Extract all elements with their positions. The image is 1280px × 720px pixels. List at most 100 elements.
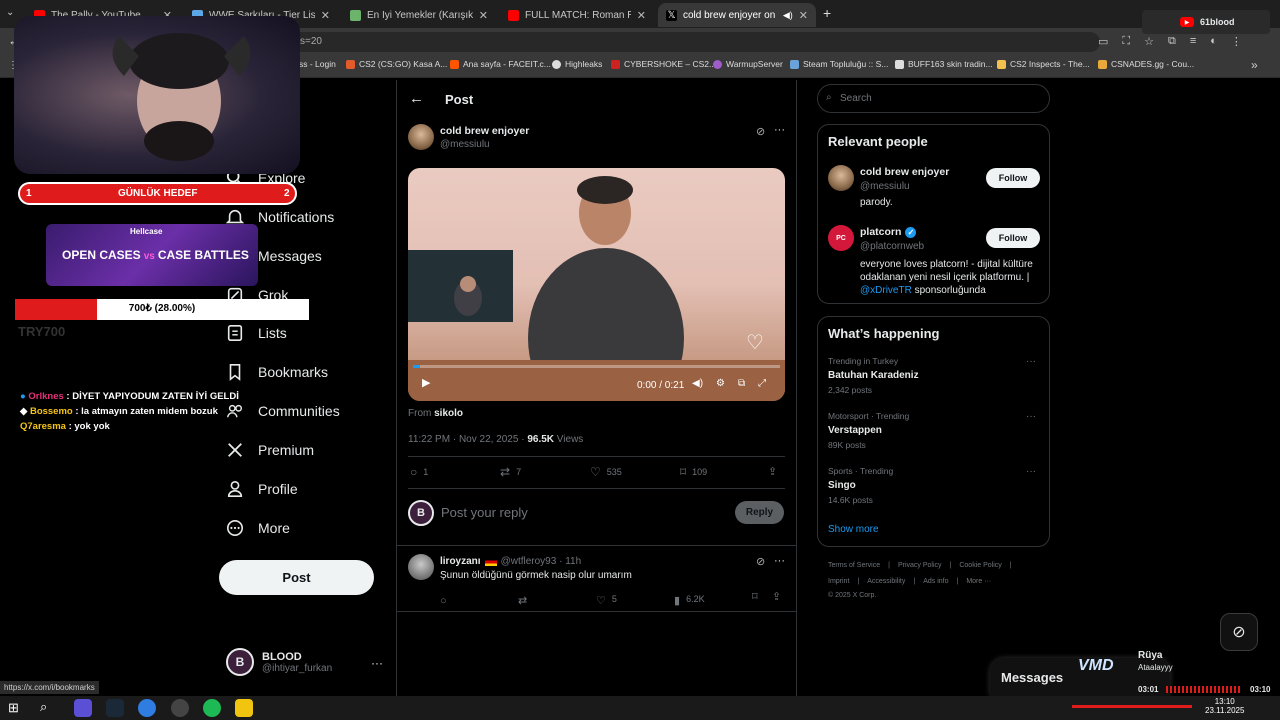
reply-handle[interactable]: @wtfleroy93 · 11h <box>501 556 582 567</box>
fullscreen-icon[interactable]: ⤢ <box>758 378 766 389</box>
new-tab-button[interactable]: + <box>823 5 831 21</box>
bio-link[interactable]: @xDriveTR <box>860 285 912 296</box>
avatar[interactable]: PC <box>828 225 854 251</box>
settings-icon[interactable]: ⚙ <box>716 378 725 389</box>
bookmark-item[interactable]: Steam Topluluğu :: S... <box>790 59 888 69</box>
person-name[interactable]: cold brew enjoyer <box>860 166 949 178</box>
close-icon[interactable]: ✕ <box>321 9 330 22</box>
bookmark-item[interactable]: WarmupServer <box>713 59 783 69</box>
like-action[interactable]: ♡ 5 <box>596 594 674 607</box>
search-input[interactable]: Search <box>817 84 1050 113</box>
repost-action[interactable]: ⇄ <box>518 594 596 607</box>
bookmark-icon[interactable]: ⌑ <box>752 590 758 603</box>
trend-more-icon[interactable]: ··· <box>1026 356 1036 367</box>
reply-action[interactable]: ○ 1 <box>410 465 500 479</box>
footer-link[interactable]: Imprint <box>828 578 849 585</box>
search-icon[interactable]: ⌕ <box>40 699 47 715</box>
reply-author[interactable]: liroyzanı <box>440 556 481 567</box>
tab-3[interactable]: En İyi Yemekler (Karışık) - Tier L ✕ <box>342 3 496 27</box>
windows-icon[interactable]: ⊞ <box>8 700 19 716</box>
back-arrow-icon[interactable]: ← <box>409 90 424 107</box>
star-icon[interactable]: ☆ <box>1144 35 1154 48</box>
account-switcher[interactable]: B BLOOD @ihtiyar_furkan <box>226 648 332 676</box>
bookmark-item[interactable]: CSNADES.gg - Cou... <box>1098 59 1194 69</box>
show-more-link[interactable]: Show more <box>828 524 879 535</box>
account-more-icon[interactable]: ··· <box>371 656 383 670</box>
extensions-icon[interactable]: ⧉ <box>1168 35 1176 48</box>
post-button[interactable]: Post <box>219 560 374 595</box>
trend-item[interactable]: Sports · Trending Singo 14.6K posts <box>828 466 1040 505</box>
trend-item[interactable]: Motorsport · Trending Verstappen 89K pos… <box>828 411 1040 450</box>
bookmark-item[interactable]: CYBERSHOKE – CS2... <box>611 59 716 69</box>
person-handle[interactable]: @messiulu <box>860 181 910 192</box>
like-action[interactable]: ♡ 535 <box>590 465 680 479</box>
avatar[interactable] <box>408 124 434 150</box>
bookmark-item[interactable]: Highleaks <box>552 59 602 69</box>
author-name[interactable]: cold brew enjoyer <box>440 125 529 137</box>
avatar[interactable] <box>828 165 854 191</box>
trend-more-icon[interactable]: ··· <box>1026 411 1036 422</box>
profile-icon[interactable]: ◐ <box>1210 35 1217 48</box>
install-icon[interactable]: ▭ <box>1098 35 1108 48</box>
person-name[interactable]: platcorn <box>860 226 901 238</box>
grok-icon[interactable]: ⊘ <box>756 555 765 568</box>
bookmark-item[interactable]: CS2 Inspects - The... <box>997 59 1090 69</box>
more-bookmarks-icon[interactable]: » <box>1251 58 1258 72</box>
video-progress-track[interactable] <box>413 365 780 368</box>
footer-link[interactable]: Accessibility <box>867 578 905 585</box>
trend-more-icon[interactable]: ··· <box>1026 466 1036 477</box>
share-icon[interactable]: ⇪ <box>768 465 777 478</box>
translate-icon[interactable]: ⛶ <box>1122 35 1130 48</box>
nav-bookmarks[interactable]: Bookmarks <box>226 363 328 381</box>
media-icon[interactable]: ≡ <box>1190 35 1196 48</box>
footer-link[interactable]: More ··· <box>966 578 991 585</box>
person-handle[interactable]: @platcornweb <box>860 241 924 252</box>
pip-icon[interactable]: ⧉ <box>738 378 745 389</box>
close-icon[interactable]: ✕ <box>799 9 808 22</box>
bookmark-item[interactable]: BUFF163 skin tradin... <box>895 59 993 69</box>
reply-button[interactable]: Reply <box>735 501 784 524</box>
share-icon[interactable]: ⇪ <box>772 590 781 603</box>
bookmark-action[interactable]: ⌑ 109 <box>680 465 770 479</box>
reply-action[interactable]: ○ <box>440 591 518 609</box>
tab-4[interactable]: FULL MATCH: Roman Reigns vs ✕ <box>500 3 654 27</box>
post-timestamp[interactable]: 11:22 PM · Nov 22, 2025 · <box>408 434 525 445</box>
reply-more-icon[interactable]: ··· <box>774 555 785 567</box>
chrome-icon[interactable] <box>138 699 156 717</box>
menu-icon[interactable]: ⋮ <box>1231 35 1242 48</box>
footer-link[interactable]: Ads info <box>923 578 948 585</box>
reply-input[interactable]: Post your reply <box>441 505 528 520</box>
obs-icon[interactable] <box>171 699 189 717</box>
spotify-icon[interactable] <box>203 699 221 717</box>
close-icon[interactable]: ✕ <box>637 9 646 22</box>
trend-item[interactable]: Trending in Turkey Batuhan Karadeniz 2,3… <box>828 356 1040 395</box>
nav-lists[interactable]: Lists <box>226 324 287 342</box>
from-name[interactable]: sikolo <box>434 408 463 419</box>
follow-button[interactable]: Follow <box>986 168 1040 188</box>
app-icon[interactable] <box>235 699 253 717</box>
bookmark-item[interactable]: ss - Login <box>299 59 336 69</box>
bookmark-item[interactable]: Ana sayfa - FACEIT.c... <box>450 59 551 69</box>
repost-action[interactable]: ⇄ 7 <box>500 465 590 479</box>
views-action[interactable]: ▮ 6.2K <box>674 594 756 607</box>
nav-premium[interactable]: Premium <box>226 441 314 459</box>
footer-link[interactable]: Terms of Service <box>828 562 880 569</box>
follow-button[interactable]: Follow <box>986 228 1040 248</box>
bookmark-item[interactable]: CS2 (CS:GO) Kasa A... <box>346 59 447 69</box>
tab-5-active[interactable]: 𝕏 cold brew enjoyer on X: "@ ◀) ✕ <box>658 3 816 27</box>
avatar[interactable] <box>408 554 434 580</box>
nav-more[interactable]: More <box>226 519 290 537</box>
app-icon[interactable] <box>74 699 92 717</box>
grok-icon[interactable]: ⊘ <box>756 125 765 138</box>
post-more-icon[interactable]: ··· <box>774 124 785 136</box>
volume-icon[interactable]: ◀) <box>692 378 703 389</box>
footer-link[interactable]: Privacy Policy <box>898 562 942 569</box>
play-icon[interactable]: ▶ <box>422 376 430 389</box>
nav-profile[interactable]: Profile <box>226 480 298 498</box>
grok-float-button[interactable]: ⊘ <box>1220 613 1258 651</box>
address-bar[interactable]: s=20 <box>290 32 1100 52</box>
video-player[interactable]: ▶ 0:00 / 0:21 ◀) ⚙ ⧉ ⤢ ♡ <box>408 168 785 401</box>
speaker-icon[interactable]: ◀) <box>783 10 793 21</box>
steam-icon[interactable] <box>106 699 124 717</box>
close-icon[interactable]: ✕ <box>479 9 488 22</box>
